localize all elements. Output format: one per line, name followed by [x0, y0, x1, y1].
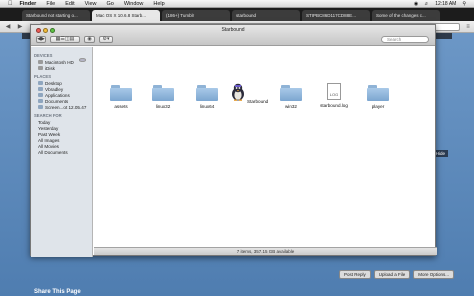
quick-look-eye-icon[interactable]: ◉ [84, 36, 95, 43]
menu-view[interactable]: View [85, 1, 97, 7]
file-label: linux32 [155, 104, 171, 109]
menu-app-name[interactable]: Finder [20, 1, 37, 7]
file-item-player[interactable]: player [358, 85, 398, 109]
menu-icon[interactable]: ≡ [464, 23, 472, 31]
volume-icon[interactable]: ♬ [424, 1, 429, 7]
browser-tab-strip: Starbound not starting o... Mac OS X 10.… [0, 8, 474, 21]
view-mode-switcher-icon[interactable]: ▦☰◫▤ [50, 36, 80, 43]
finder-window: Starbound ◀▶ ▦☰◫▤ ◉ ⚙▾ Search DEVICES Ma… [30, 24, 437, 257]
wifi-icon[interactable]: ◉ [414, 1, 418, 7]
finder-back-forward-icon[interactable]: ◀▶ [36, 36, 46, 43]
file-item-assets[interactable]: assets [101, 85, 141, 109]
browser-tab-active[interactable]: Mac OS X 10.6.8 Starb... [92, 10, 160, 21]
sidebar-item-idisk[interactable]: iDisk [34, 65, 92, 71]
file-label: starbound.log [320, 103, 348, 108]
menu-file[interactable]: File [46, 1, 55, 7]
documents-icon [38, 99, 43, 103]
browser-tab[interactable]: (186+) Tumblr [162, 10, 230, 21]
sidebar-heading-places: PLACES [34, 74, 51, 79]
post-reply-button[interactable]: Post Reply [338, 270, 371, 279]
file-label: linux64 [199, 104, 215, 109]
desktop-icon [38, 81, 43, 85]
apple-menu-icon[interactable]:  [8, 1, 13, 7]
folder-icon [152, 85, 174, 101]
more-options-button[interactable]: More Options... [413, 270, 454, 279]
file-item-linux32[interactable]: linux32 [143, 85, 183, 109]
folder-icon [367, 85, 389, 101]
file-item-starbound-app[interactable]: Starbound [229, 83, 269, 104]
menubar-clock[interactable]: 12:18 AM [435, 1, 456, 7]
home-icon [38, 87, 43, 91]
upload-file-button[interactable]: Upload a File [373, 270, 411, 279]
finder-titlebar: Starbound ◀▶ ▦☰◫▤ ◉ ⚙▾ Search [31, 25, 435, 46]
file-label: win32 [284, 104, 297, 109]
file-label: player [371, 104, 385, 109]
log-document-icon: LOG [327, 83, 341, 100]
folder-icon [196, 85, 218, 101]
finder-window-title: Starbound [221, 27, 245, 33]
menu-edit[interactable]: Edit [65, 1, 74, 7]
folder-icon [280, 85, 302, 101]
file-item-win32[interactable]: win32 [271, 85, 311, 109]
hard-disk-icon [38, 60, 43, 64]
finder-content-area: assets linux32 linux64 Starbound win32 L… [94, 47, 437, 249]
sidebar-heading-search-for: SEARCH FOR [34, 113, 62, 118]
finder-status-bar: 7 items, 357.15 GB available [94, 247, 437, 255]
finder-toolbar: ◀▶ ▦☰◫▤ ◉ ⚙▾ [36, 36, 113, 43]
menubar-status-area: ◉ ♬ 12:18 AM ⚲ [414, 0, 466, 8]
finder-search-field[interactable]: Search [381, 36, 429, 43]
sidebar-item-all-documents[interactable]: All Documents [34, 58, 92, 155]
forward-arrow-icon[interactable]: ▶ [16, 23, 24, 31]
idisk-icon [38, 66, 43, 70]
applications-icon [38, 93, 43, 97]
browser-tab[interactable]: Starbound not starting o... [22, 10, 90, 21]
smart-folder-icon [79, 58, 86, 62]
share-this-page-heading: Share This Page [34, 289, 81, 295]
file-label: Starbound [247, 99, 269, 104]
folder-icon [110, 85, 132, 101]
file-item-linux64[interactable]: linux64 [187, 85, 227, 109]
file-item-starbound-log[interactable]: LOG starbound.log [314, 83, 354, 108]
sidebar-item-screenshot[interactable]: Screen...ot 12.05.47 [34, 104, 92, 110]
spotlight-search-icon[interactable]: ⚲ [462, 1, 466, 7]
browser-tab[interactable]: STIPBC86D117CD88E... [302, 10, 370, 21]
mac-menubar:  Finder File Edit View Go Window Help ◉… [0, 0, 474, 8]
post-controls: Post Reply Upload a File More Options... [338, 270, 454, 279]
browser-tab[interactable]: starbound [232, 10, 300, 21]
image-file-icon [38, 105, 43, 109]
menu-go[interactable]: Go [107, 1, 114, 7]
menu-help[interactable]: Help [153, 1, 164, 7]
menu-window[interactable]: Window [124, 1, 144, 7]
starbound-penguin-app-icon [231, 83, 244, 101]
browser-tab[interactable]: Some of the changes c... [372, 10, 440, 21]
finder-sidebar: DEVICES Macintosh HD iDisk PLACES Deskto… [31, 47, 93, 257]
file-label: assets [114, 104, 128, 109]
action-gear-icon[interactable]: ⚙▾ [99, 36, 113, 43]
back-arrow-icon[interactable]: ◀ [4, 23, 12, 31]
